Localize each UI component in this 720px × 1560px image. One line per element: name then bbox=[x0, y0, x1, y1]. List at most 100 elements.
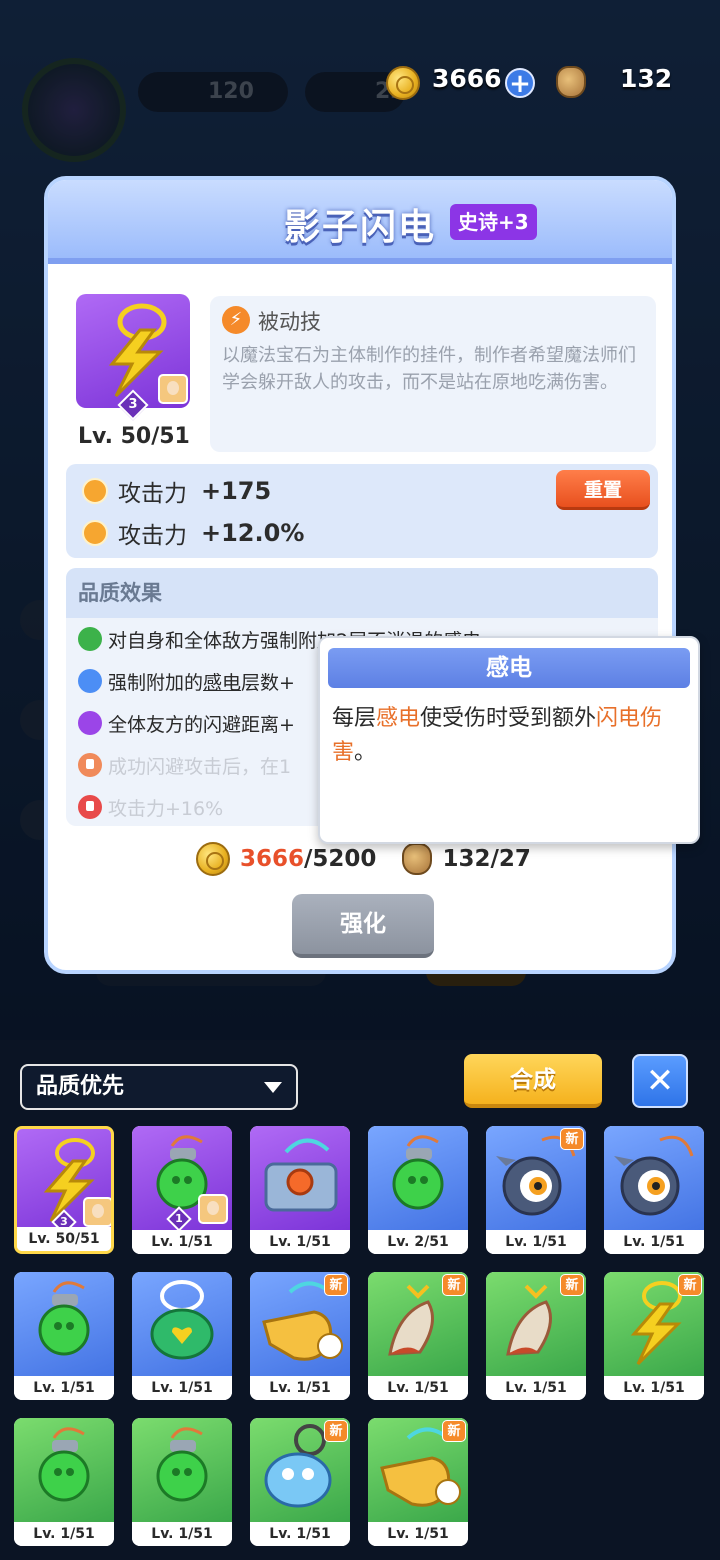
rarity-badge: 史诗+3 bbox=[450, 204, 537, 240]
lock-icon bbox=[78, 795, 102, 819]
item-level: Lv. 1/51 bbox=[486, 1230, 586, 1254]
item-level: Lv. 1/51 bbox=[250, 1230, 350, 1254]
item-art bbox=[14, 1418, 114, 1522]
reset-button[interactable]: 重置 bbox=[556, 470, 650, 510]
upgrade-cost: 3666/5200 132/27 bbox=[196, 842, 531, 876]
money-bag-icon bbox=[556, 66, 586, 98]
add-coins-button[interactable]: + bbox=[505, 68, 535, 98]
inventory-slot[interactable]: 新 Lv. 1/51 bbox=[250, 1272, 350, 1400]
button-box-pendant-icon bbox=[264, 1138, 338, 1212]
inventory-slot[interactable]: Lv. 1/51 bbox=[14, 1272, 114, 1400]
item-title: 影子闪电 bbox=[283, 207, 436, 248]
tooltip-title: 感电 bbox=[328, 648, 690, 688]
upgrade-button[interactable]: 强化 bbox=[292, 894, 434, 958]
item-level: Lv. 1/51 bbox=[132, 1522, 232, 1546]
cost-coins-need: /5200 bbox=[304, 846, 377, 872]
new-badge: 新 bbox=[442, 1274, 466, 1296]
inventory-slot[interactable]: Lv. 1/51 bbox=[250, 1126, 350, 1254]
green-orb-pendant-icon bbox=[38, 1427, 90, 1502]
tooltip-text: 。 bbox=[354, 740, 377, 765]
purple-dot-icon bbox=[78, 711, 102, 735]
keyword-tooltip: 感电 每层感电使受伤时受到额外闪电伤害。 bbox=[318, 636, 700, 844]
item-level: Lv. 1/51 bbox=[14, 1376, 114, 1400]
item-level: Lv. 1/51 bbox=[368, 1376, 468, 1400]
item-description: 以魔法宝石为主体制作的挂件，制作者希望魔法师们学会躲开敌人的攻击，而不是站在原地… bbox=[222, 345, 636, 393]
quality-effect-row: 成功闪避攻击后，在1 bbox=[78, 750, 291, 780]
green-dot-icon bbox=[78, 627, 102, 651]
quality-effects-title: 品质效果 bbox=[66, 568, 658, 618]
green-orb-pendant-icon bbox=[156, 1427, 208, 1502]
tooltip-keyword: 感电 bbox=[376, 706, 421, 731]
hero-portrait-icon bbox=[198, 1194, 228, 1224]
quality-effect-text: 攻击力+16% bbox=[108, 797, 224, 820]
item-level: Lv. 50/51 bbox=[17, 1227, 111, 1251]
chevron-down-icon bbox=[264, 1082, 282, 1093]
item-icon: 3 bbox=[76, 294, 190, 421]
inventory-slot[interactable]: 1 Lv. 1/51 bbox=[132, 1126, 232, 1254]
quality-effect-text: 强制附加的 bbox=[108, 671, 204, 694]
item-level: Lv. 1/51 bbox=[132, 1230, 232, 1254]
stat-row: 攻击力 +12.0% bbox=[82, 516, 304, 550]
inventory-slot[interactable]: Lv. 1/51 bbox=[132, 1418, 232, 1546]
item-art bbox=[14, 1272, 114, 1376]
item-level: Lv. 50/51 bbox=[78, 424, 190, 449]
new-badge: 新 bbox=[560, 1274, 584, 1296]
green-orb-pendant-icon bbox=[38, 1281, 90, 1356]
tooltip-body: 每层感电使受伤时受到额外闪电伤害。 bbox=[320, 688, 698, 784]
star-level: 1 bbox=[175, 1212, 183, 1225]
item-level: Lv. 1/51 bbox=[250, 1376, 350, 1400]
inventory-slot[interactable]: 新 Lv. 1/51 bbox=[486, 1126, 586, 1254]
spiked-eye-pendant-icon bbox=[614, 1135, 694, 1216]
item-art bbox=[368, 1126, 468, 1230]
inventory-slot[interactable]: Lv. 1/51 bbox=[132, 1272, 232, 1400]
turtle-heart-pendant-icon bbox=[150, 1280, 214, 1360]
new-badge: 新 bbox=[442, 1420, 466, 1442]
inventory-slot[interactable]: 新 Lv. 1/51 bbox=[604, 1272, 704, 1400]
inventory-slot[interactable]: Lv. 1/51 bbox=[604, 1126, 704, 1254]
item-level: Lv. 1/51 bbox=[604, 1230, 704, 1254]
star-level: 3 bbox=[128, 397, 138, 412]
inventory-slot[interactable]: 新 Lv. 1/51 bbox=[368, 1272, 468, 1400]
inventory-slot[interactable]: 新 Lv. 1/51 bbox=[368, 1418, 468, 1546]
new-badge: 新 bbox=[560, 1128, 584, 1150]
stat-name: 攻击力 bbox=[118, 523, 187, 549]
inventory-slot[interactable]: 新 Lv. 1/51 bbox=[486, 1272, 586, 1400]
inventory-slot[interactable]: Lv. 1/51 bbox=[14, 1418, 114, 1546]
coin-count: 3666 bbox=[432, 64, 502, 93]
inventory-panel: 品质优先 合成 ✕ 3 Lv. 50/51 1 Lv. 1/51 Lv. 1/51 Lv.… bbox=[0, 1040, 720, 1560]
coin-icon bbox=[196, 842, 230, 876]
hero-portrait-icon bbox=[158, 374, 188, 404]
hero-portrait-icon bbox=[83, 1197, 111, 1227]
stat-value: +12.0% bbox=[201, 519, 305, 547]
new-badge: 新 bbox=[324, 1274, 348, 1296]
quality-effect-row: 强制附加的 感电 层数+ bbox=[78, 666, 295, 696]
item-level: Lv. 1/51 bbox=[132, 1376, 232, 1400]
quality-effect-text: 层数+ bbox=[241, 671, 295, 694]
skill-type: 被动技 bbox=[258, 310, 321, 334]
close-button[interactable]: ✕ bbox=[632, 1054, 688, 1108]
sort-dropdown-value: 品质优先 bbox=[36, 1074, 125, 1099]
quality-effect-row: 全体友方的闪避距离+ bbox=[78, 708, 295, 738]
attack-icon bbox=[82, 478, 108, 504]
item-level: Lv. 1/51 bbox=[250, 1522, 350, 1546]
item-level: Lv. 1/51 bbox=[604, 1376, 704, 1400]
item-art bbox=[604, 1126, 704, 1230]
keyword-link[interactable]: 感电 bbox=[203, 668, 241, 695]
stat-row: 攻击力 +175 bbox=[82, 474, 271, 508]
item-level: Lv. 1/51 bbox=[14, 1522, 114, 1546]
stats-box: 攻击力 +175 攻击力 +12.0% 重置 bbox=[66, 464, 658, 558]
money-bag-icon bbox=[402, 843, 433, 875]
item-level: Lv. 1/51 bbox=[368, 1522, 468, 1546]
item-art bbox=[132, 1272, 232, 1376]
tooltip-text: 每层 bbox=[332, 706, 377, 731]
skill-description-box: ⚡ 被动技 以魔法宝石为主体制作的挂件，制作者希望魔法师们学会躲开敌人的攻击，而… bbox=[210, 296, 656, 452]
synthesize-button[interactable]: 合成 bbox=[464, 1054, 602, 1108]
inventory-slot[interactable]: Lv. 2/51 bbox=[368, 1126, 468, 1254]
quality-effect-row: 攻击力+16% bbox=[78, 792, 223, 822]
item-art bbox=[250, 1126, 350, 1230]
sort-dropdown[interactable]: 品质优先 bbox=[20, 1064, 298, 1110]
inventory-slot[interactable]: 新 Lv. 1/51 bbox=[250, 1418, 350, 1546]
coin-icon bbox=[386, 66, 420, 100]
card-header: 影子闪电 史诗+3 bbox=[48, 180, 672, 264]
inventory-slot[interactable]: 3 Lv. 50/51 bbox=[14, 1126, 114, 1254]
